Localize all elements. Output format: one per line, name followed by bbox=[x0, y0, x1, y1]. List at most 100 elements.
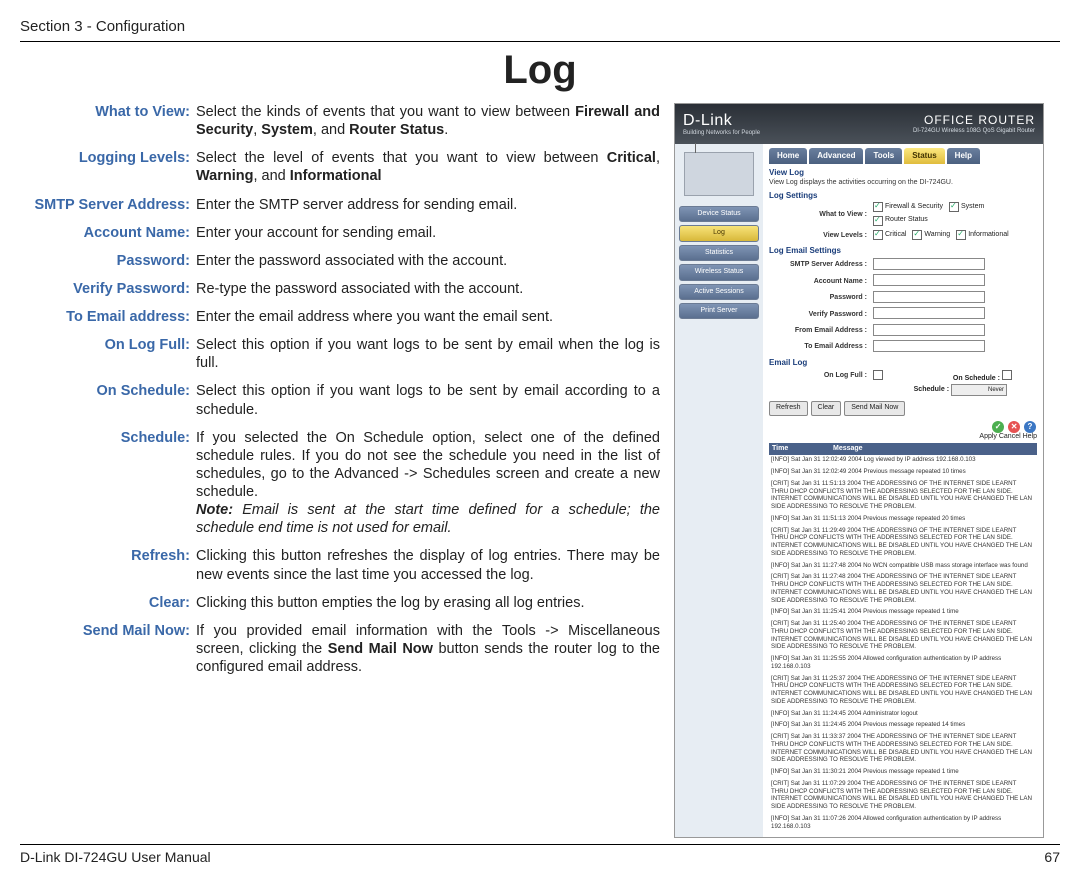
definition-row: Schedule:If you selected the On Schedule… bbox=[20, 429, 660, 538]
definition-row: SMTP Server Address:Enter the SMTP serve… bbox=[20, 196, 660, 214]
log-table-header: Time Message bbox=[769, 443, 1037, 455]
checkbox-option[interactable]: Firewall & Security bbox=[873, 202, 943, 212]
log-entry: [INFO] Sat Jan 31 12:02:49 2004 Previous… bbox=[769, 467, 1037, 479]
log-entry: [CRIT] Sat Jan 31 11:29:49 2004 THE ADDR… bbox=[769, 526, 1037, 561]
action-button[interactable]: Send Mail Now bbox=[844, 401, 905, 415]
definition-row: Logging Levels:Select the level of event… bbox=[20, 149, 660, 185]
checkbox-option[interactable]: Router Status bbox=[873, 216, 928, 226]
definition-row: Password:Enter the password associated w… bbox=[20, 252, 660, 270]
what-to-view-label: What to View : bbox=[769, 211, 873, 219]
definition-row: Clear:Clicking this button empties the l… bbox=[20, 594, 660, 612]
sidebar-item[interactable]: Print Server bbox=[679, 303, 759, 319]
log-entry: [CRIT] Sat Jan 31 11:25:37 2004 THE ADDR… bbox=[769, 674, 1037, 709]
on-schedule-label: On Schedule : bbox=[953, 375, 1000, 382]
definition-label: What to View: bbox=[20, 103, 196, 139]
sidebar-item[interactable]: Device Status bbox=[679, 206, 759, 222]
schedule-label: Schedule : bbox=[914, 386, 949, 393]
apply-labels: Apply Cancel Help bbox=[979, 433, 1037, 440]
log-entry: [INFO] Sat Jan 31 11:07:26 2004 Allowed … bbox=[769, 814, 1037, 834]
definition-label: On Schedule: bbox=[20, 382, 196, 418]
view-levels-row: View Levels : Critical Warning Information… bbox=[769, 230, 1037, 243]
email-field-row: To Email Address : bbox=[769, 340, 1037, 355]
on-log-full-label: On Log Full : bbox=[769, 372, 873, 380]
action-button[interactable]: Refresh bbox=[769, 401, 808, 415]
definition-value: Clicking this button refreshes the displ… bbox=[196, 547, 660, 583]
text-input[interactable] bbox=[873, 291, 985, 303]
text-input[interactable] bbox=[873, 340, 985, 352]
email-settings-title: Log Email Settings bbox=[769, 246, 1037, 256]
tab[interactable]: Tools bbox=[865, 148, 902, 164]
email-field-label: Password : bbox=[769, 294, 873, 302]
on-log-full-checkbox[interactable] bbox=[873, 370, 883, 380]
log-entry: [INFO] Sat Jan 31 11:30:21 2004 Previous… bbox=[769, 767, 1037, 779]
log-entry: [CRIT] Sat Jan 31 11:51:13 2004 THE ADDR… bbox=[769, 479, 1037, 514]
checkbox-option[interactable]: Informational bbox=[956, 230, 1008, 240]
section-header: Section 3 - Configuration bbox=[20, 18, 1060, 35]
log-entry: [INFO] Sat Jan 31 11:24:45 2004 Administ… bbox=[769, 709, 1037, 721]
definition-value: Select the kinds of events that you want… bbox=[196, 103, 660, 139]
log-entry: [INFO] Sat Jan 31 11:25:55 2004 Allowed … bbox=[769, 654, 1037, 674]
email-log-title: Email Log bbox=[769, 358, 1037, 368]
definition-label: Refresh: bbox=[20, 547, 196, 583]
definition-value: Enter the SMTP server address for sendin… bbox=[196, 196, 517, 214]
log-entry: [CRIT] Sat Jan 31 11:33:37 2004 THE ADDR… bbox=[769, 732, 1037, 767]
text-input[interactable] bbox=[873, 258, 985, 270]
checkbox-option[interactable]: Critical bbox=[873, 230, 906, 240]
text-input[interactable] bbox=[873, 324, 985, 336]
text-input[interactable] bbox=[873, 307, 985, 319]
top-rule bbox=[20, 41, 1060, 42]
text-input[interactable] bbox=[873, 274, 985, 286]
sidebar-item[interactable]: Statistics bbox=[679, 245, 759, 261]
email-field-row: Password : bbox=[769, 291, 1037, 306]
view-levels-label: View Levels : bbox=[769, 232, 873, 240]
sidebar-item[interactable]: Log bbox=[679, 225, 759, 241]
brand-sub: Building Networks for People bbox=[683, 130, 760, 137]
definition-value: Enter the email address where you want t… bbox=[196, 308, 553, 326]
definition-value: Enter the password associated with the a… bbox=[196, 252, 507, 270]
definition-row: What to View:Select the kinds of events … bbox=[20, 103, 660, 139]
on-schedule-checkbox[interactable] bbox=[1002, 370, 1012, 380]
apply-cancel-help: ✓ ✕ ? Apply Cancel Help bbox=[769, 421, 1037, 441]
definitions-list: What to View:Select the kinds of events … bbox=[20, 103, 660, 676]
tab[interactable]: Help bbox=[947, 148, 980, 164]
definition-value: Select this option if you want logs to b… bbox=[196, 382, 660, 418]
brand-logo-text: D-Link bbox=[683, 111, 760, 130]
definition-label: Password: bbox=[20, 252, 196, 270]
log-entry: [INFO] Sat Jan 31 12:02:49 2004 Log view… bbox=[769, 455, 1037, 467]
sidebar-item[interactable]: Active Sessions bbox=[679, 284, 759, 300]
email-field-label: To Email Address : bbox=[769, 343, 873, 351]
cancel-icon[interactable]: ✕ bbox=[1008, 421, 1020, 433]
view-log-title: View Log bbox=[769, 168, 1037, 178]
email-field-label: Account Name : bbox=[769, 278, 873, 286]
sidebar-item[interactable]: Wireless Status bbox=[679, 264, 759, 280]
checkbox-option[interactable]: Warning bbox=[912, 230, 950, 240]
definition-label: Schedule: bbox=[20, 429, 196, 538]
apply-icon[interactable]: ✓ bbox=[992, 421, 1004, 433]
definition-label: Send Mail Now: bbox=[20, 622, 196, 676]
email-field-label: From Email Address : bbox=[769, 327, 873, 335]
action-button[interactable]: Clear bbox=[811, 401, 842, 415]
definition-value: Select the level of events that you want… bbox=[196, 149, 660, 185]
log-settings-title: Log Settings bbox=[769, 191, 1037, 201]
sidebar: Device Status Log Statistics Wireless Statu… bbox=[675, 144, 763, 837]
checkbox-option[interactable]: System bbox=[949, 202, 984, 212]
definition-row: Refresh:Clicking this button refreshes t… bbox=[20, 547, 660, 583]
email-field-row: Verify Password : bbox=[769, 307, 1037, 322]
definition-label: Verify Password: bbox=[20, 280, 196, 298]
banner: D-Link Building Networks for People OFFI… bbox=[675, 104, 1043, 144]
log-entry: [CRIT] Sat Jan 31 11:25:40 2004 THE ADDR… bbox=[769, 619, 1037, 654]
definition-row: On Log Full:Select this option if you wa… bbox=[20, 336, 660, 372]
definition-label: SMTP Server Address: bbox=[20, 196, 196, 214]
tab[interactable]: Home bbox=[769, 148, 807, 164]
tab[interactable]: Status bbox=[904, 148, 944, 164]
schedule-select[interactable]: Never bbox=[951, 384, 1007, 396]
log-entry: [INFO] Sat Jan 31 11:51:13 2004 Previous… bbox=[769, 514, 1037, 526]
definition-value: Clicking this button empties the log by … bbox=[196, 594, 584, 612]
device-sub: DI-724GU Wireless 108G QoS Gigabit Route… bbox=[913, 128, 1035, 135]
email-field-label: SMTP Server Address : bbox=[769, 261, 873, 269]
tab[interactable]: Advanced bbox=[809, 148, 863, 164]
device-title: OFFICE ROUTER bbox=[913, 113, 1035, 127]
email-field-row: SMTP Server Address : bbox=[769, 258, 1037, 273]
log-entry: [INFO] Sat Jan 31 11:27:48 2004 No WCN c… bbox=[769, 561, 1037, 573]
help-icon[interactable]: ? bbox=[1024, 421, 1036, 433]
